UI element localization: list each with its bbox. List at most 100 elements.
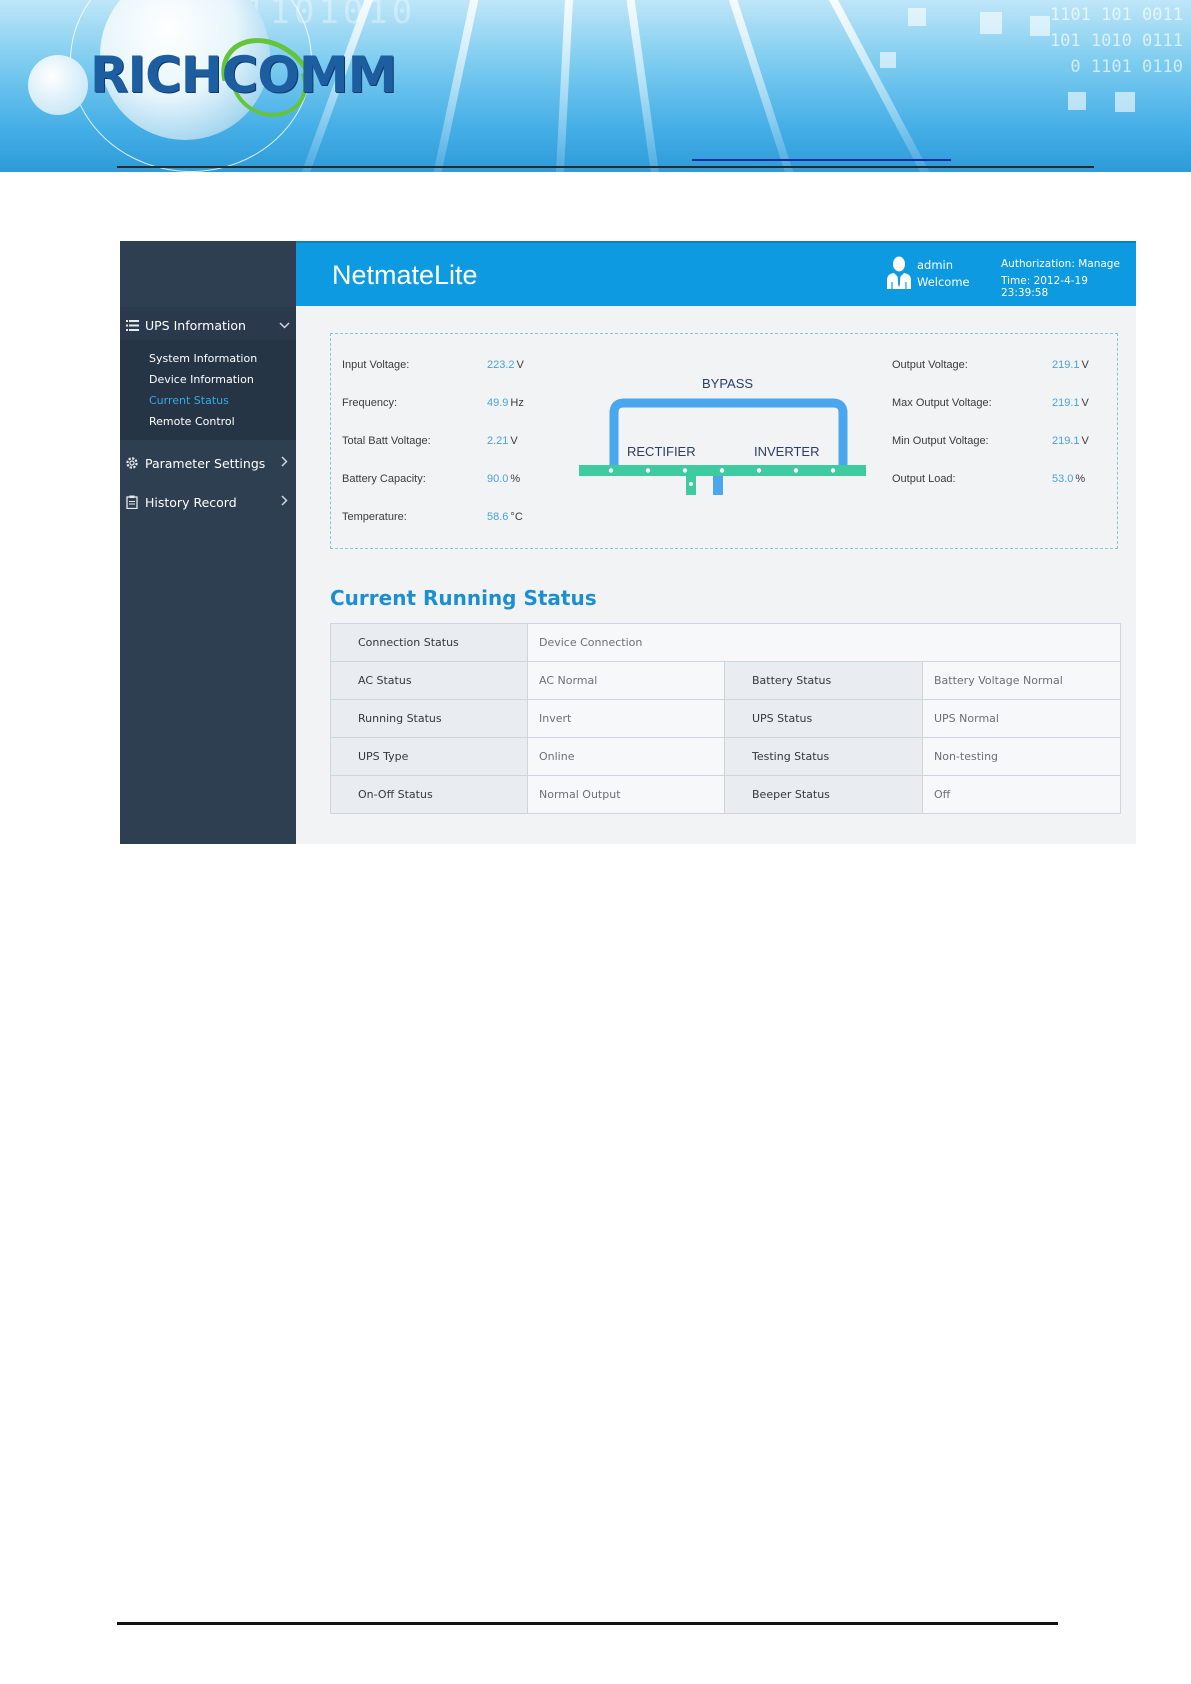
value-number: 219.1 bbox=[1052, 435, 1080, 447]
table-row: UPS Type Online Testing Status Non-testi… bbox=[330, 737, 1121, 776]
value-number: 90.0 bbox=[487, 473, 509, 485]
value-unit: V bbox=[1081, 359, 1089, 371]
sidebar-group-parameter-settings[interactable]: Parameter Settings bbox=[120, 445, 296, 481]
value-number: 219.1 bbox=[1052, 359, 1080, 371]
sidebar-group-history-record[interactable]: History Record bbox=[120, 484, 296, 520]
beeper-status-value: Off bbox=[922, 775, 1121, 814]
battery-capacity-label: Battery Capacity: bbox=[342, 473, 426, 485]
min-output-voltage-value: 219.1 V bbox=[1052, 435, 1089, 447]
connection-status-label: Connection Status bbox=[330, 623, 528, 662]
value-number: 58.6 bbox=[487, 511, 509, 523]
sidebar-group-label: UPS Information bbox=[145, 317, 246, 333]
sidebar-item-current-status[interactable]: Current Status bbox=[149, 394, 229, 407]
value-unit: V bbox=[1081, 397, 1089, 409]
sidebar-submenu-ups-information: System Information Device Information Cu… bbox=[120, 340, 296, 440]
sidebar-group-label: History Record bbox=[145, 494, 237, 510]
light-ray bbox=[426, 0, 482, 172]
power-flow-diagram: BYPASS RECTIFIER INVERTER bbox=[579, 376, 866, 495]
frequency-label: Frequency: bbox=[342, 397, 398, 409]
value-unit: °C bbox=[510, 511, 523, 523]
section-title: Current Running Status bbox=[330, 586, 597, 610]
table-row: Connection Status Device Connection bbox=[330, 623, 1121, 662]
value-unit: V bbox=[510, 435, 518, 447]
beeper-status-label: Beeper Status bbox=[724, 775, 923, 814]
chevron-down-icon bbox=[272, 318, 296, 333]
value-number: 2.21 bbox=[487, 435, 509, 447]
running-status-table: Connection Status Device Connection AC S… bbox=[330, 623, 1121, 814]
sidebar-group-ups-information[interactable]: UPS Information bbox=[120, 307, 296, 343]
gear-icon bbox=[123, 456, 141, 470]
value-number: 219.1 bbox=[1052, 397, 1080, 409]
table-row: On-Off Status Normal Output Beeper Statu… bbox=[330, 775, 1121, 814]
sidebar-item-system-information[interactable]: System Information bbox=[149, 352, 257, 365]
product-name: NetmateLite bbox=[332, 260, 478, 290]
value-unit: V bbox=[516, 359, 524, 371]
document-header-banner: 1101010 1101 101 0011101 1010 01110 1101… bbox=[0, 0, 1191, 172]
ups-type-value: Online bbox=[527, 737, 725, 776]
battery-capacity-value: 90.0% bbox=[487, 473, 520, 485]
max-output-voltage-value: 219.1 V bbox=[1052, 397, 1089, 409]
footer-rule bbox=[117, 1622, 1058, 1625]
netmate-app-screenshot: UPS Information System Information Devic… bbox=[120, 241, 1136, 844]
decor-square bbox=[1030, 16, 1050, 36]
bypass-label: BYPASS bbox=[702, 376, 753, 391]
value-unit: % bbox=[510, 473, 521, 485]
on-off-status-label: On-Off Status bbox=[330, 775, 528, 814]
welcome-text: Welcome bbox=[917, 275, 970, 289]
chevron-right-icon bbox=[272, 455, 296, 471]
light-ray bbox=[553, 0, 575, 172]
sidebar: UPS Information System Information Devic… bbox=[120, 241, 296, 844]
list-icon bbox=[123, 319, 141, 331]
decor-square bbox=[1068, 92, 1086, 110]
authorization-level: Authorization: Manage bbox=[1001, 258, 1120, 270]
company-logo: RICHCOMM bbox=[90, 46, 397, 104]
clipboard-icon bbox=[123, 495, 141, 509]
table-row: AC Status AC Normal Battery Status Batte… bbox=[330, 661, 1121, 700]
ups-monitor-panel: Input Voltage: 223.2 V Frequency: 49.9 Hz … bbox=[330, 333, 1118, 549]
battery-status-label: Battery Status bbox=[724, 661, 923, 700]
value-unit: V bbox=[1081, 435, 1089, 447]
top-bar: NetmateLite admin Welcome Authorization:… bbox=[296, 241, 1136, 306]
banner-digits: 1101 101 0011101 1010 01110 1101 0110 bbox=[1049, 5, 1183, 77]
rectifier-label: RECTIFIER bbox=[627, 444, 696, 459]
output-branch bbox=[713, 476, 723, 495]
output-load-label: Output Load: bbox=[892, 473, 956, 485]
sidebar-item-remote-control[interactable]: Remote Control bbox=[149, 415, 235, 428]
sidebar-item-device-information[interactable]: Device Information bbox=[149, 373, 254, 386]
battery-status-value: Battery Voltage Normal bbox=[922, 661, 1121, 700]
user-name: admin bbox=[917, 258, 954, 272]
max-output-voltage-label: Max Output Voltage: bbox=[892, 397, 992, 409]
on-off-status-value: Normal Output bbox=[527, 775, 725, 814]
sidebar-group-label: Parameter Settings bbox=[145, 455, 266, 471]
ups-status-label: UPS Status bbox=[724, 699, 923, 738]
running-status-value: Invert bbox=[527, 699, 725, 738]
header-accent-rule bbox=[692, 159, 951, 161]
output-voltage-label: Output Voltage: bbox=[892, 359, 968, 371]
value-number: 49.9 bbox=[487, 397, 509, 409]
decor-square bbox=[908, 8, 926, 26]
chevron-right-icon bbox=[272, 494, 296, 510]
output-load-value: 53.0% bbox=[1052, 473, 1085, 485]
input-voltage-label: Input Voltage: bbox=[342, 359, 410, 371]
value-unit: % bbox=[1075, 473, 1086, 485]
table-row: Running Status Invert UPS Status UPS Nor… bbox=[330, 699, 1121, 738]
decor-square bbox=[1115, 92, 1135, 112]
total-batt-voltage-value: 2.21 V bbox=[487, 435, 518, 447]
frequency-value: 49.9 Hz bbox=[487, 397, 524, 409]
temperature-label: Temperature: bbox=[342, 511, 407, 523]
testing-status-value: Non-testing bbox=[922, 737, 1121, 776]
current-time: Time: 2012-4-19 23:39:58 bbox=[1001, 275, 1088, 299]
inverter-label: INVERTER bbox=[754, 444, 820, 459]
light-ray bbox=[624, 0, 664, 172]
running-status-label: Running Status bbox=[330, 699, 528, 738]
value-number: 223.2 bbox=[487, 359, 515, 371]
ups-type-label: UPS Type bbox=[330, 737, 528, 776]
min-output-voltage-label: Min Output Voltage: bbox=[892, 435, 989, 447]
connection-status-value: Device Connection bbox=[527, 623, 1121, 662]
light-ray bbox=[724, 0, 804, 172]
value-number: 53.0 bbox=[1052, 473, 1074, 485]
ups-status-value: UPS Normal bbox=[922, 699, 1121, 738]
user-avatar-icon bbox=[886, 256, 912, 290]
value-unit: Hz bbox=[510, 397, 524, 409]
testing-status-label: Testing Status bbox=[724, 737, 923, 776]
